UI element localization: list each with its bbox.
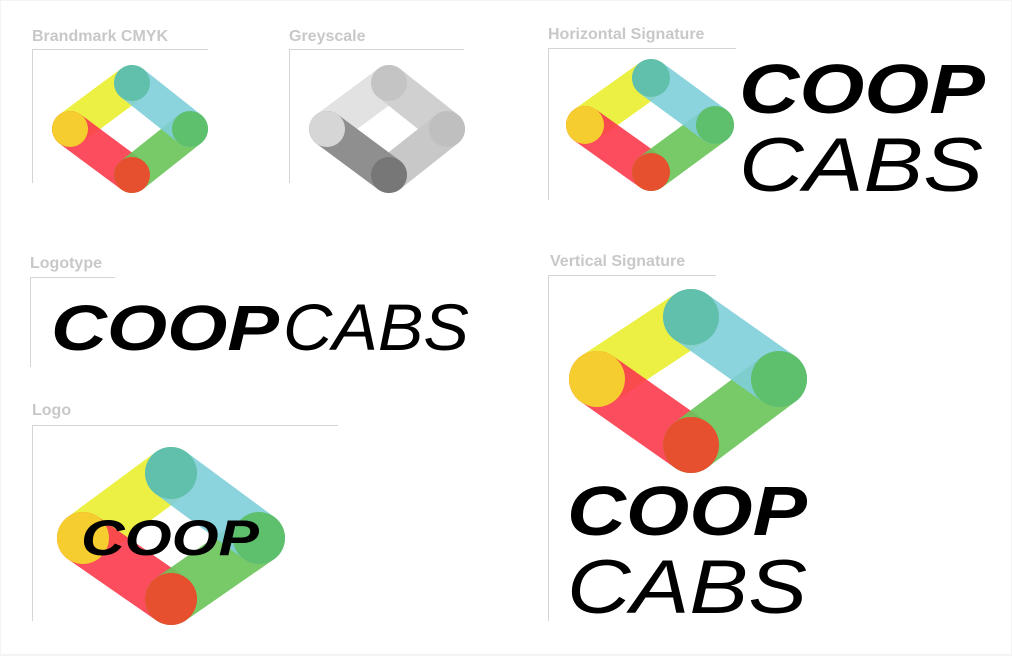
brandmark-cmyk-label: Brandmark CMYK bbox=[32, 28, 169, 45]
logotype-rule-v bbox=[30, 277, 31, 367]
horizontal-signature-word-cabs: CABS bbox=[739, 123, 983, 208]
brandmark-cmyk-rule-v bbox=[32, 49, 33, 183]
vertical-signature-rule-h bbox=[548, 275, 716, 276]
vertical-signature-rule-v bbox=[548, 275, 549, 621]
logotype-word-coop: COOP bbox=[51, 292, 279, 364]
vertical-signature-word-cabs: CABS bbox=[567, 545, 807, 630]
logotype-word-cabs: CABS bbox=[283, 290, 469, 364]
horizontal-signature-brandmark bbox=[566, 59, 734, 191]
brand-guidelines-board: Brandmark CMYK Greyscale Horizontal Sign… bbox=[1, 1, 1011, 654]
vertical-signature-wordmark: COOP CABS bbox=[567, 472, 807, 630]
horizontal-signature-rule-h bbox=[548, 48, 736, 49]
logotype-rule-h bbox=[30, 277, 115, 278]
vertical-signature-word-coop: COOP bbox=[567, 472, 807, 550]
greyscale-label: Greyscale bbox=[289, 28, 366, 45]
logotype-wordmark: COOP CABS bbox=[51, 290, 469, 364]
logo-brandmark: COOP bbox=[57, 447, 285, 625]
logo-rule-h bbox=[32, 425, 338, 426]
greyscale-rule-v bbox=[289, 49, 290, 183]
brandmark-greyscale bbox=[309, 65, 465, 193]
horizontal-signature-word-coop: COOP bbox=[739, 50, 985, 128]
logo-word-coop: COOP bbox=[81, 510, 260, 566]
brandmark-cmyk-rule-h bbox=[32, 49, 208, 50]
horizontal-signature-wordmark: COOP CABS bbox=[739, 50, 985, 208]
greyscale-rule-h bbox=[289, 49, 464, 50]
logo-label: Logo bbox=[32, 402, 72, 419]
horizontal-signature-rule-v bbox=[548, 48, 549, 200]
vertical-signature-label: Vertical Signature bbox=[550, 253, 686, 270]
logotype-label: Logotype bbox=[30, 255, 102, 272]
horizontal-signature-label: Horizontal Signature bbox=[548, 26, 705, 43]
brandmark-cmyk bbox=[52, 65, 208, 193]
logo-rule-v bbox=[32, 425, 33, 621]
vertical-signature-brandmark bbox=[569, 289, 807, 473]
